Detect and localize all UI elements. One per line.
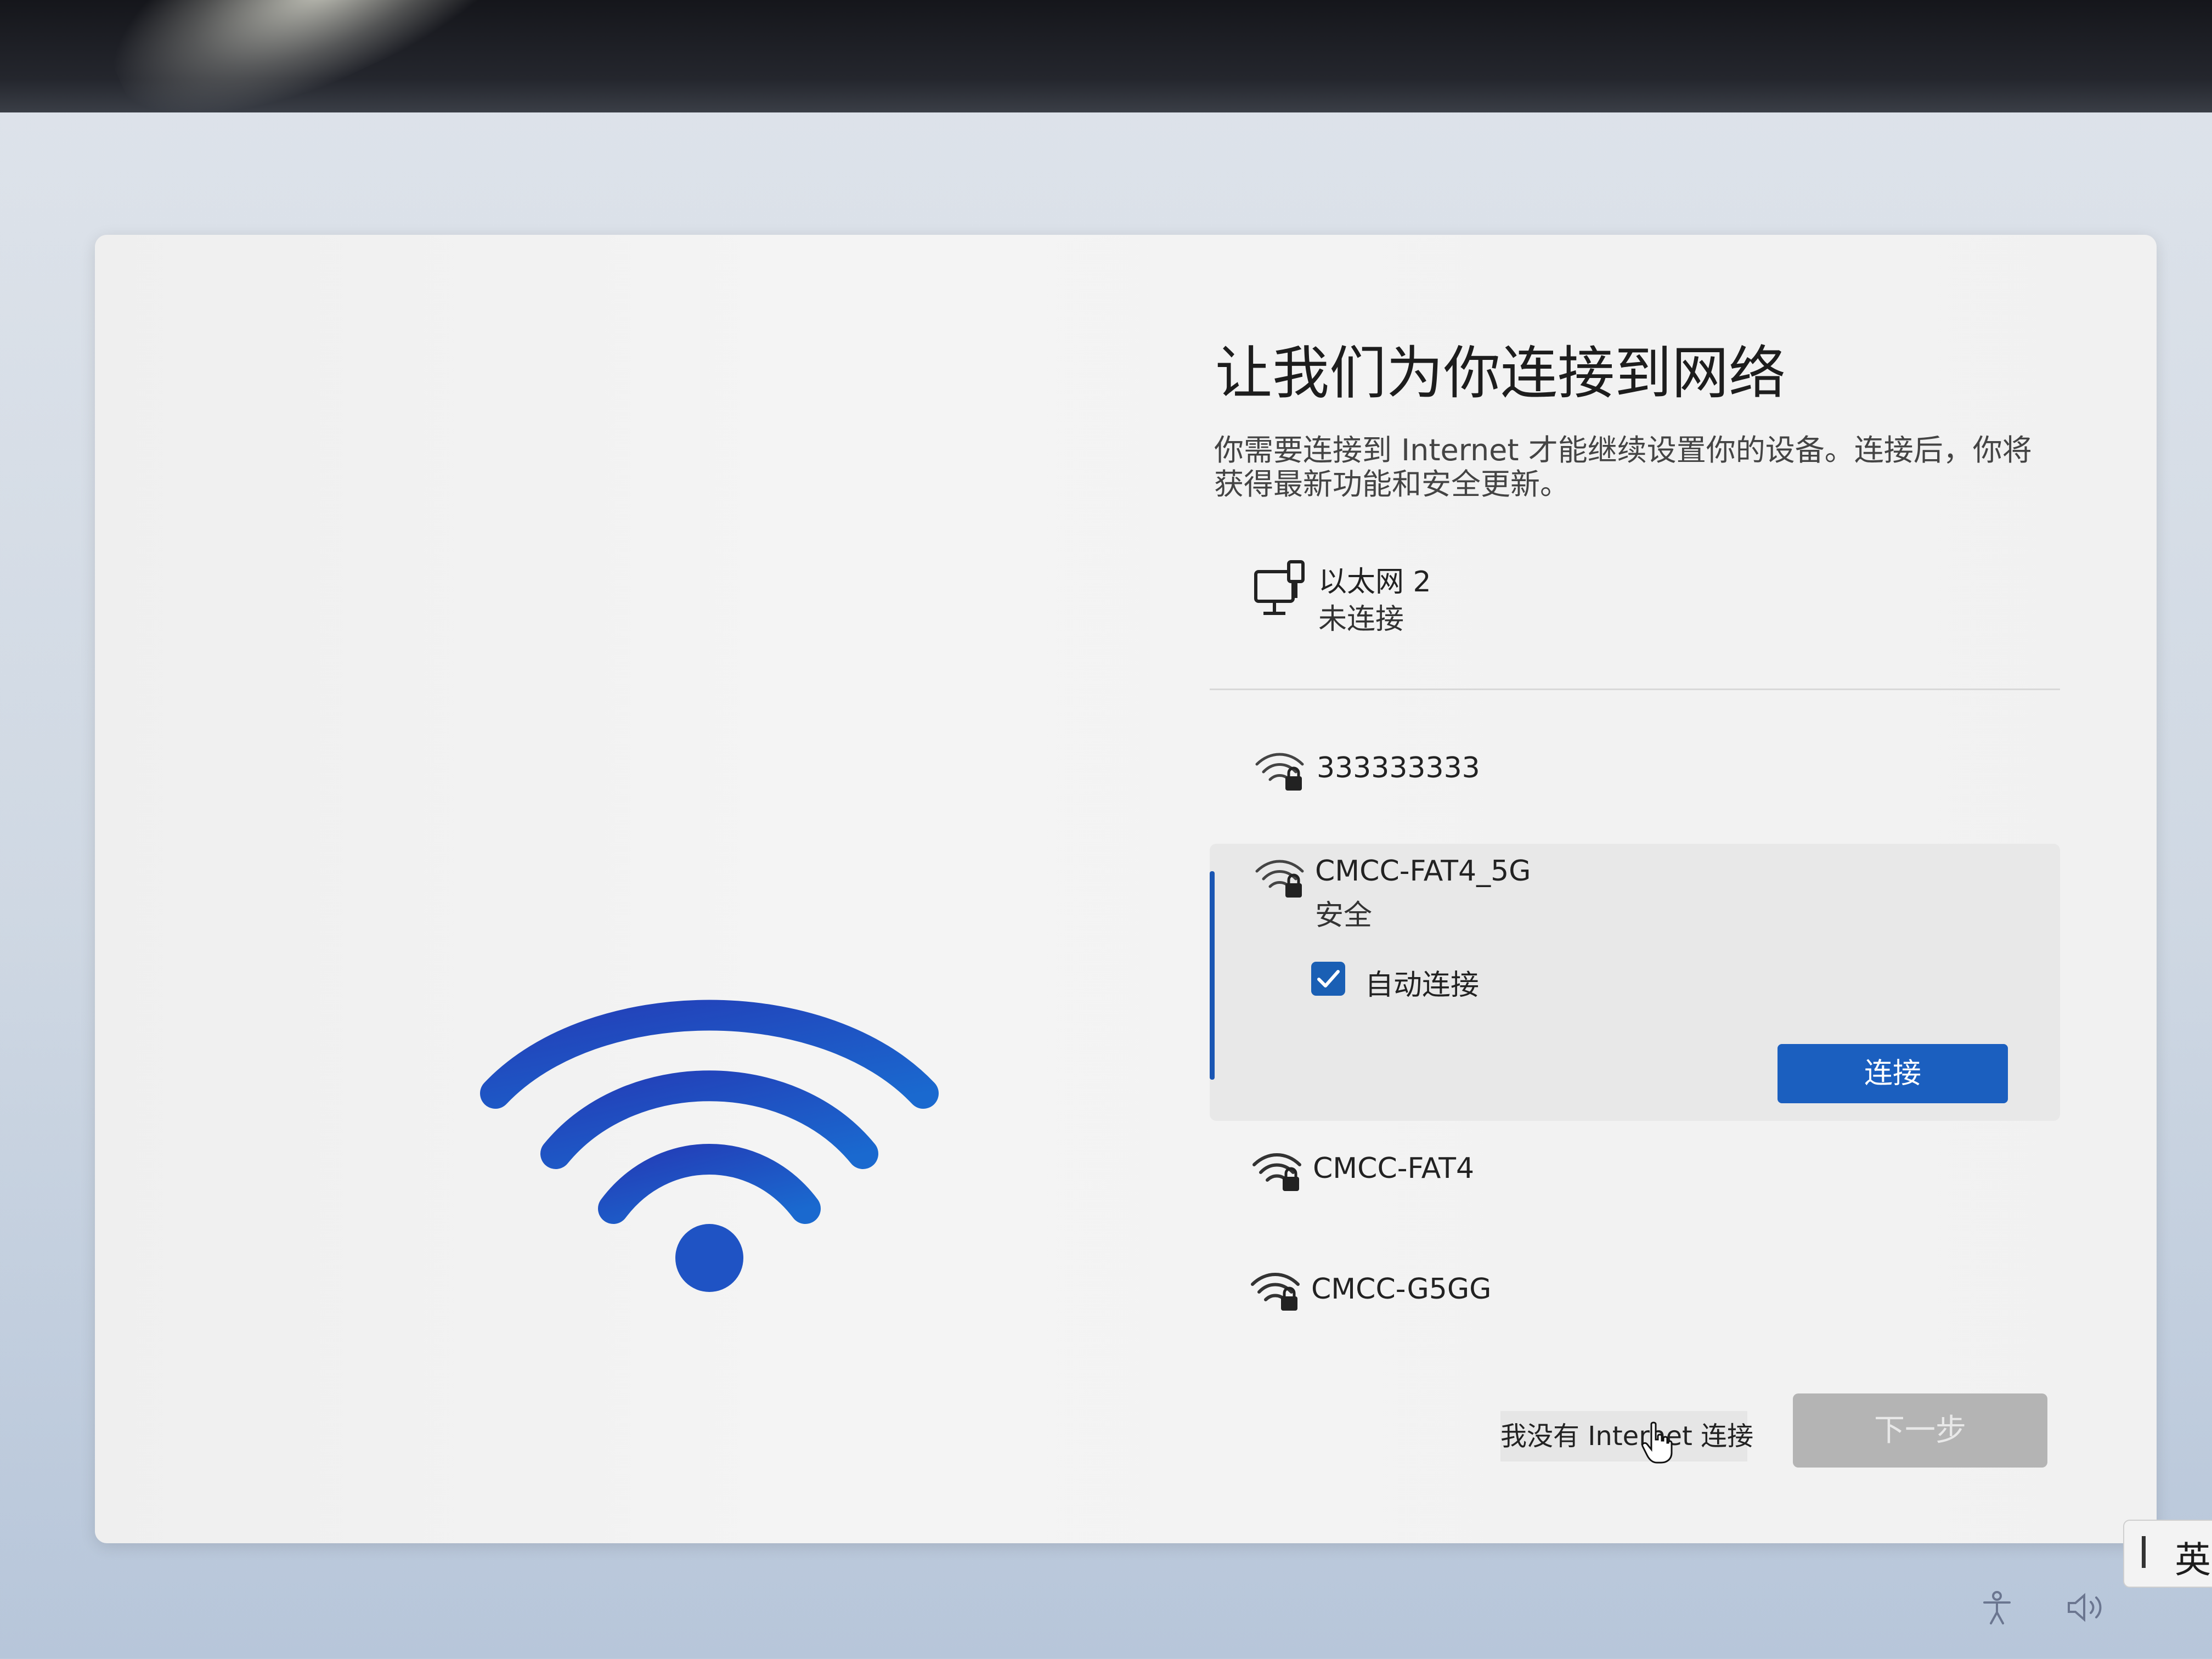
wifi-name: CMCC-FAT4: [1313, 1152, 1475, 1185]
page-title: 让我们为你连接到网络: [1215, 340, 1786, 407]
wifi-network-item[interactable]: 333333333: [1210, 730, 2060, 834]
hand-cursor-icon: [1641, 1421, 1673, 1464]
wifi-name: CMCC-G5GG: [1311, 1273, 1492, 1306]
divider: [1210, 689, 2060, 690]
wifi-security-status: 安全: [1315, 899, 1373, 932]
wifi-name: CMCC-FAT4_5G: [1315, 855, 1531, 888]
page-description: 你需要连接到 Internet 才能继续设置你的设备。连接后，你将获得最新功能和…: [1214, 433, 2032, 501]
text-cursor-icon: [2142, 1536, 2146, 1568]
auto-connect-checkbox[interactable]: [1311, 962, 1345, 996]
wifi-secured-icon: [1252, 1153, 1301, 1191]
ethernet-name: 以太网 2: [1318, 566, 1431, 599]
volume-icon[interactable]: [2066, 1591, 2109, 1624]
selection-indicator: [1210, 871, 1215, 1080]
wifi-secured-icon: [1255, 860, 1304, 898]
ethernet-status: 未连接: [1318, 603, 1404, 636]
wifi-name: 333333333: [1317, 752, 1480, 785]
wifi-network-item-selected[interactable]: CMCC-FAT4_5G 安全 自动连接 连接: [1210, 844, 2060, 1121]
accessibility-icon[interactable]: [1978, 1588, 2016, 1627]
connect-button[interactable]: 连接: [1778, 1044, 2008, 1103]
wifi-network-item[interactable]: CMCC-FAT4: [1210, 1138, 2060, 1243]
ethernet-network-item[interactable]: 以太网 2 未连接: [1210, 543, 2060, 694]
auto-connect-label: 自动连接: [1365, 969, 1480, 1002]
ethernet-icon: [1254, 560, 1305, 615]
wifi-hero-icon: [480, 1000, 939, 1292]
setup-window: 让我们为你连接到网络 你需要连接到 Internet 才能继续设置你的设备。连接…: [95, 235, 2157, 1543]
ime-language-label: 英: [2175, 1539, 2211, 1581]
wifi-secured-icon: [1251, 1273, 1300, 1311]
wifi-network-item[interactable]: CMCC-G5GG: [1210, 1259, 2060, 1363]
next-button[interactable]: 下一步: [1793, 1393, 2047, 1468]
wifi-secured-icon: [1255, 753, 1304, 791]
no-internet-link[interactable]: 我没有 Internet 连接: [1500, 1411, 1753, 1462]
input-method-indicator[interactable]: 英: [2123, 1520, 2212, 1588]
checkmark-icon: [1317, 970, 1340, 988]
